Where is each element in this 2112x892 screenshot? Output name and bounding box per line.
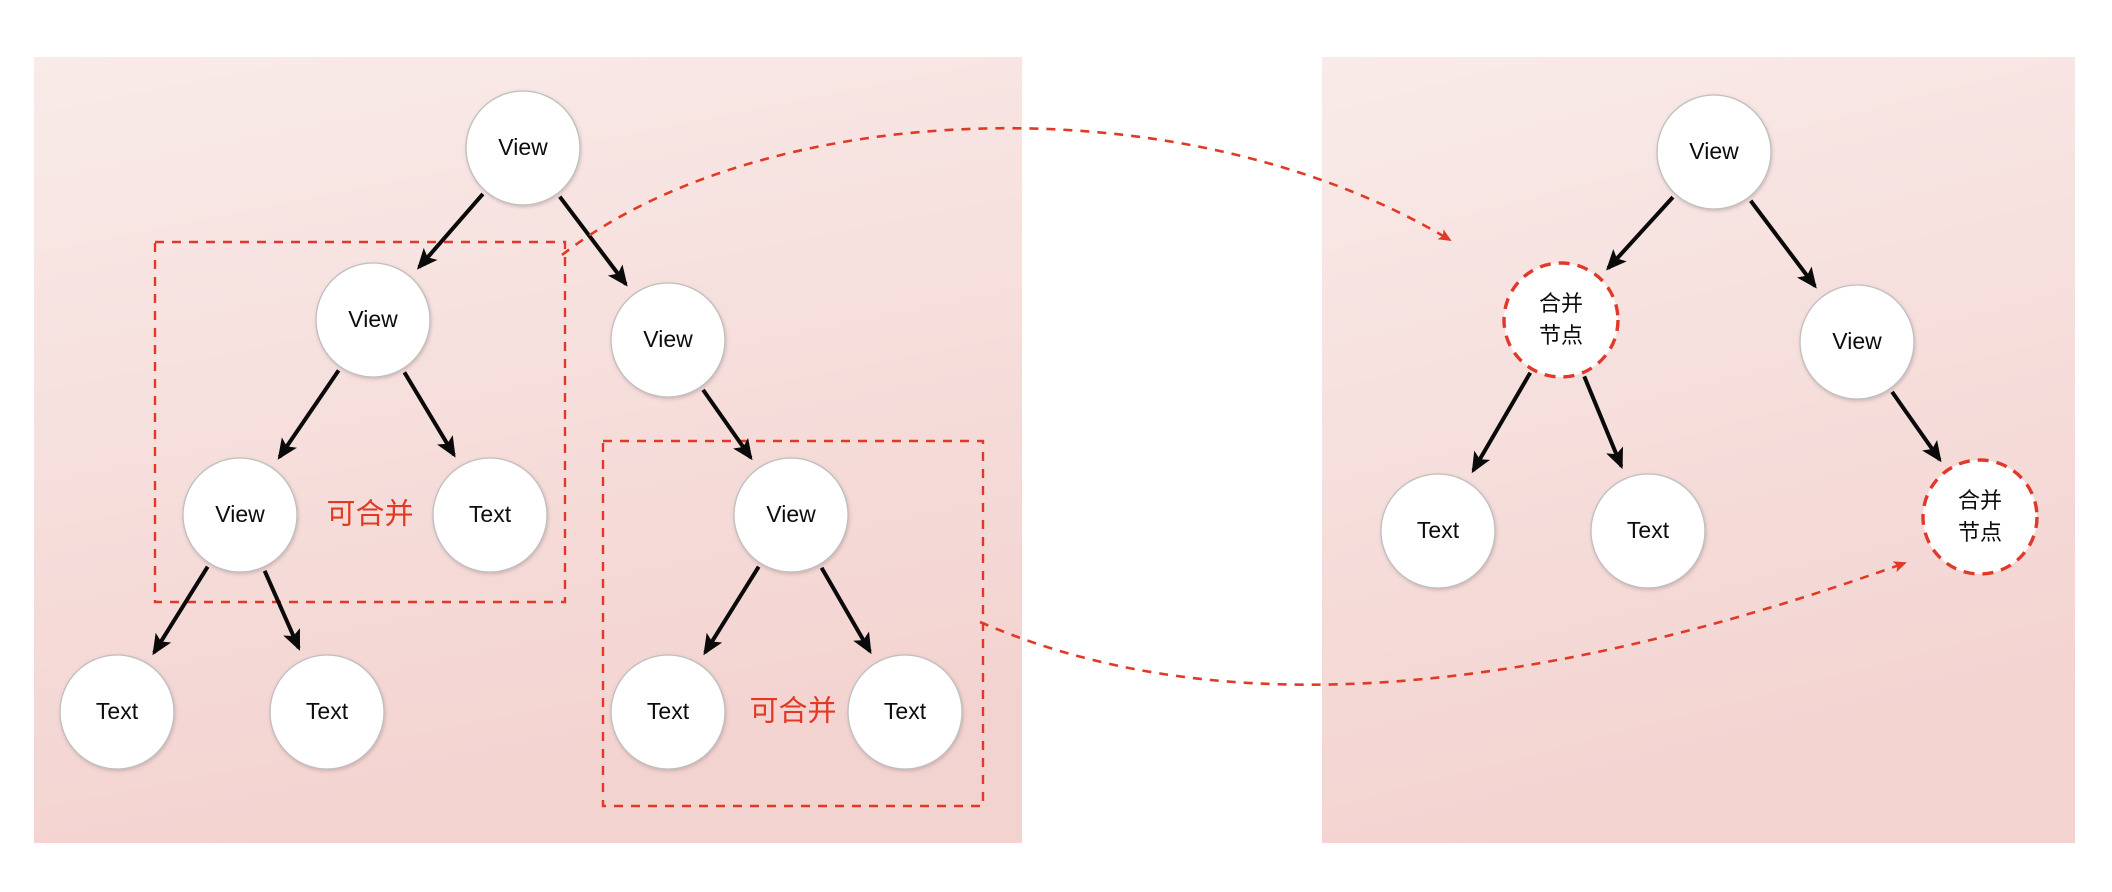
- tree-node-view[interactable]: View: [182, 457, 298, 573]
- text-node-circle: [847, 654, 963, 770]
- tree-node-view[interactable]: View: [1656, 94, 1772, 210]
- tree-node-text[interactable]: Text: [847, 654, 963, 770]
- text-node-circle: [1590, 473, 1706, 589]
- tree-node-view[interactable]: View: [315, 262, 431, 378]
- view-node-circle: [315, 262, 431, 378]
- text-node-circle: [432, 457, 548, 573]
- tree-node-text[interactable]: Text: [432, 457, 548, 573]
- tree-node-view[interactable]: View: [733, 457, 849, 573]
- view-node-circle: [733, 457, 849, 573]
- tree-node-view[interactable]: View: [1799, 284, 1915, 400]
- tree-node-text[interactable]: Text: [269, 654, 385, 770]
- merge-node[interactable]: 合并节点: [1502, 261, 1620, 379]
- text-node-circle: [1380, 473, 1496, 589]
- diagram-svg: ViewViewViewView Text ViewText Text Text Text…: [34, 57, 2075, 843]
- tree-node-text[interactable]: Text: [1380, 473, 1496, 589]
- view-node-circle: [610, 282, 726, 398]
- merge-node-circle: [1921, 458, 2039, 576]
- view-node-circle: [465, 90, 581, 206]
- view-node-circle: [1799, 284, 1915, 400]
- view-node-circle: [182, 457, 298, 573]
- merge-node[interactable]: 合并节点: [1921, 458, 2039, 576]
- view-node-circle: [1656, 94, 1772, 210]
- diagram-canvas: View View View View Text View Text Text Text Text…: [0, 0, 2112, 892]
- tree-node-view[interactable]: View: [610, 282, 726, 398]
- tree-node-text[interactable]: Text: [1590, 473, 1706, 589]
- text-node-circle: [610, 654, 726, 770]
- merge-node-circle: [1502, 261, 1620, 379]
- text-node-circle: [269, 654, 385, 770]
- tree-node-text[interactable]: Text: [610, 654, 726, 770]
- text-node-circle: [59, 654, 175, 770]
- tree-node-text[interactable]: Text: [59, 654, 175, 770]
- tree-node-view[interactable]: View: [465, 90, 581, 206]
